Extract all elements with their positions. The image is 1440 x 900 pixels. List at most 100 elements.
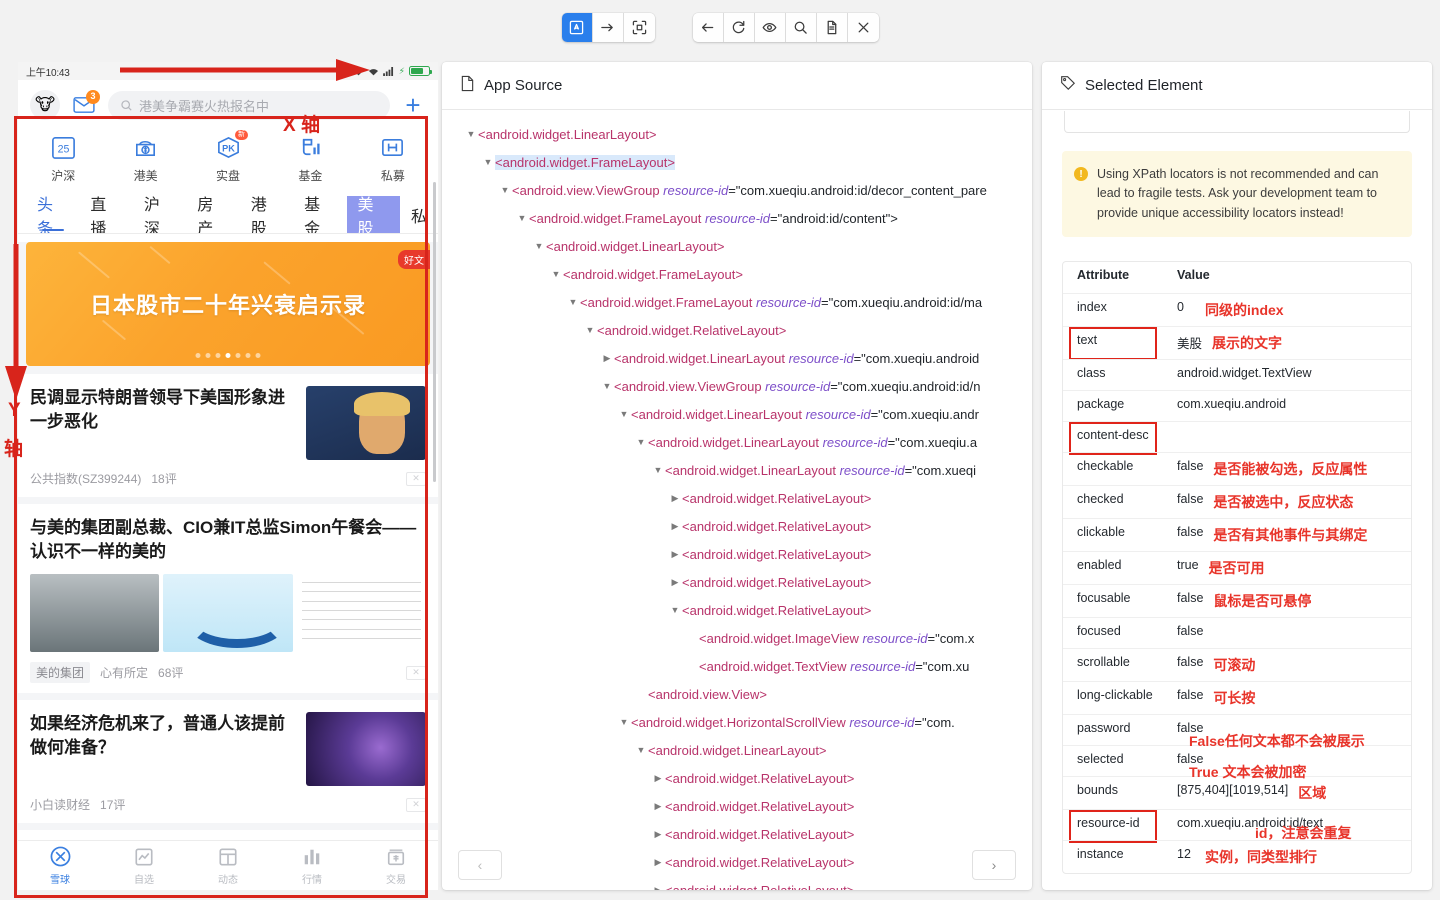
quicknav-item-shipan[interactable]: PK 新 实盘 xyxy=(187,130,269,184)
chevron-down-icon[interactable]: ▼ xyxy=(634,745,648,755)
chevron-down-icon[interactable]: ▼ xyxy=(634,437,648,447)
source-tree-node[interactable]: ▼ <android.widget.LinearLayout> xyxy=(442,120,1032,148)
source-tree-node[interactable]: ▼ <android.widget.FrameLayout resource-id… xyxy=(442,204,1032,232)
source-tree-node[interactable]: ▼ <android.view.ViewGroup resource-id="co… xyxy=(442,372,1032,400)
source-tree-node[interactable]: ▼ <android.widget.LinearLayout resource-i… xyxy=(442,456,1032,484)
source-tree-node[interactable]: ▶ <android.widget.RelativeLayout> xyxy=(442,540,1032,568)
chevron-right-icon[interactable]: ▶ xyxy=(651,829,665,840)
source-tree-attr-value: ="android:id/content"> xyxy=(770,210,898,226)
tab-jijin[interactable]: 基金 xyxy=(293,196,346,234)
chevron-down-icon[interactable]: ▼ xyxy=(617,717,631,727)
source-tree-node[interactable]: <android.view.View> xyxy=(442,680,1032,708)
tab-fangchan[interactable]: 房产 xyxy=(186,196,239,234)
quicknav-item-jijin[interactable]: 基金 xyxy=(269,132,351,184)
chevron-down-icon[interactable]: ▼ xyxy=(566,297,580,307)
chevron-right-icon[interactable]: ▶ xyxy=(651,885,665,891)
mail-icon[interactable]: 3 xyxy=(70,90,100,119)
device-screenshot[interactable]: 上午10:43 ⚡ 🐮 3 港美争霸赛火热报名中 + 25 沪深 港美 PK 新… xyxy=(18,62,438,890)
back-button[interactable] xyxy=(692,12,724,42)
quicknav-item-hushen[interactable]: 25 沪深 xyxy=(22,132,104,184)
tab-zhibo[interactable]: 直播 xyxy=(79,196,132,234)
bottom-tabbar[interactable]: 雪球 自选 动态 行情 交易 xyxy=(18,840,438,890)
source-tree-node[interactable]: ▶ <android.widget.RelativeLayout> xyxy=(442,792,1032,820)
chevron-down-icon[interactable]: ▼ xyxy=(515,213,529,223)
news-feed[interactable]: 好文 日本股市二十年兴衰启示录 民调显示特朗普领导下美国形象进一步恶化 公共指数… xyxy=(18,242,438,868)
plus-icon[interactable]: + xyxy=(400,92,426,118)
swipe-button[interactable] xyxy=(592,12,624,42)
tree-next-button[interactable]: › xyxy=(972,850,1016,880)
search-input[interactable]: 港美争霸赛火热报名中 xyxy=(108,90,390,120)
tab-ganggu[interactable]: 港股 xyxy=(240,196,293,234)
category-tabstrip[interactable]: 头条 直播 沪深 房产 港股 基金 美股 私 xyxy=(18,196,438,234)
news-card[interactable]: 与美的集团副总裁、CIO兼IT总监Simon午餐会——认识不一样的美的 美的集团… xyxy=(18,504,438,701)
chevron-down-icon[interactable]: ▼ xyxy=(583,325,597,335)
search-button[interactable] xyxy=(785,12,817,42)
chevron-right-icon[interactable]: ▶ xyxy=(651,773,665,784)
refresh-icon-button[interactable] xyxy=(723,12,755,42)
source-tree-node[interactable]: ▼ <android.widget.LinearLayout> xyxy=(442,736,1032,764)
chevron-right-icon[interactable]: ▶ xyxy=(668,549,682,560)
source-tree-node[interactable]: ▼ <android.widget.RelativeLayout> xyxy=(442,596,1032,624)
news-card[interactable]: 民调显示特朗普领导下美国形象进一步恶化 公共指数(SZ399244) 18评 ✕ xyxy=(18,374,438,504)
tabbar-item-dongtai[interactable]: 动态 xyxy=(186,841,270,890)
source-tree-node[interactable]: <android.widget.TextView resource-id="co… xyxy=(442,652,1032,680)
chevron-down-icon[interactable]: ▼ xyxy=(549,269,563,279)
hero-banner[interactable]: 好文 日本股市二十年兴衰启示录 xyxy=(26,242,430,366)
tap-by-coordinates-button[interactable] xyxy=(623,12,655,42)
chevron-right-icon[interactable]: ▶ xyxy=(668,521,682,532)
news-card[interactable]: 如果经济危机来了，普通人该提前做何准备？ 小白读财经 17评 ✕ xyxy=(18,700,438,831)
tabbar-item-hangqing[interactable]: 行情 xyxy=(270,841,354,890)
source-tree-node[interactable]: ▶ <android.widget.LinearLayout resource-i… xyxy=(442,344,1032,372)
chevron-right-icon[interactable]: ▶ xyxy=(600,353,614,364)
dismiss-card-button[interactable]: ✕ xyxy=(406,471,426,486)
source-tree-node[interactable]: ▼ <android.widget.FrameLayout> xyxy=(442,260,1032,288)
quicknav-item-simu[interactable]: 私募 xyxy=(352,132,434,184)
device-scrollbar[interactable] xyxy=(433,182,436,482)
source-tree-node[interactable]: ▶ <android.widget.RelativeLayout> xyxy=(442,512,1032,540)
source-tree-node[interactable]: ▼ <android.widget.LinearLayout resource-i… xyxy=(442,428,1032,456)
source-tree-node[interactable]: ▼ <android.widget.FrameLayout> xyxy=(442,148,1032,176)
dismiss-card-button[interactable]: ✕ xyxy=(406,797,426,812)
source-tree-node[interactable]: ▼ <android.widget.HorizontalScrollView re… xyxy=(442,708,1032,736)
chevron-right-icon[interactable]: ▶ xyxy=(668,493,682,504)
source-tree-node[interactable]: ▼ <android.widget.RelativeLayout> xyxy=(442,316,1032,344)
source-tree-node[interactable]: ▶ <android.widget.RelativeLayout> xyxy=(442,820,1032,848)
chevron-down-icon[interactable]: ▼ xyxy=(600,381,614,391)
chevron-down-icon[interactable]: ▼ xyxy=(481,157,495,167)
search-for-element-button[interactable] xyxy=(754,12,786,42)
chevron-down-icon[interactable]: ▼ xyxy=(532,241,546,251)
close-session-button[interactable] xyxy=(847,12,879,42)
xpath-field-stub[interactable] xyxy=(1064,111,1410,133)
copy-document-button[interactable] xyxy=(816,12,848,42)
chevron-down-icon[interactable]: ▼ xyxy=(617,409,631,419)
tabbar-item-zixuan[interactable]: 自选 xyxy=(102,841,186,890)
quicknav-item-gangmei[interactable]: 港美 xyxy=(104,132,186,184)
cow-avatar-icon[interactable]: 🐮 xyxy=(30,90,60,120)
source-tree-node[interactable]: ▼ <android.widget.LinearLayout> xyxy=(442,232,1032,260)
tab-meigu[interactable]: 美股 xyxy=(346,196,400,233)
chevron-down-icon[interactable]: ▼ xyxy=(464,129,478,139)
chevron-down-icon[interactable]: ▼ xyxy=(668,605,682,615)
source-tree-node[interactable]: ▼ <android.widget.LinearLayout resource-i… xyxy=(442,400,1032,428)
chevron-right-icon[interactable]: ▶ xyxy=(668,577,682,588)
news-card-tag[interactable]: 美的集团 xyxy=(30,662,91,684)
source-tree-node[interactable]: ▼ <android.widget.FrameLayout resource-id… xyxy=(442,288,1032,316)
source-tree-node[interactable]: <android.widget.ImageView resource-id="c… xyxy=(442,624,1032,652)
source-tree-node[interactable]: ▼ <android.view.ViewGroup resource-id="co… xyxy=(442,176,1032,204)
tabbar-item-xueqiu[interactable]: 雪球 xyxy=(18,841,102,890)
source-tree-node[interactable]: ▶ <android.widget.RelativeLayout> xyxy=(442,764,1032,792)
tab-toutiao[interactable]: 头条 xyxy=(26,196,79,234)
carousel-dots[interactable] xyxy=(195,353,261,358)
source-tree-node[interactable]: ▶ <android.widget.RelativeLayout> xyxy=(442,568,1032,596)
tab-hushen[interactable]: 沪深 xyxy=(133,196,186,234)
dismiss-card-button[interactable]: ✕ xyxy=(406,665,426,680)
tree-prev-button[interactable]: ‹ xyxy=(458,850,502,880)
chevron-down-icon[interactable]: ▼ xyxy=(651,465,665,475)
attribute-value: false xyxy=(1177,591,1204,606)
chevron-right-icon[interactable]: ▶ xyxy=(651,801,665,812)
tabbar-item-jiaoyi[interactable]: 交易 xyxy=(354,841,438,890)
source-tree-node[interactable]: ▶ <android.widget.RelativeLayout> xyxy=(442,484,1032,512)
chevron-down-icon[interactable]: ▼ xyxy=(498,185,512,195)
select-element-button[interactable] xyxy=(561,12,593,42)
source-tree[interactable]: ▼ <android.widget.LinearLayout> ▼ <android.… xyxy=(442,111,1032,891)
